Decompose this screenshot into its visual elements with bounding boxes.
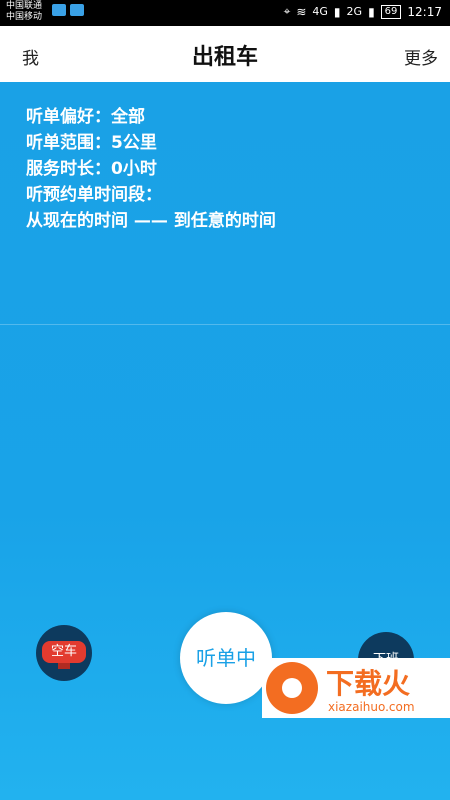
carrier-labels: 中国联通 中国移动 [6, 1, 42, 23]
order-preferences: 听单偏好：全部 听单范围：5公里 服务时长：0小时 听预约单时间段： 从现在的时… [26, 104, 276, 234]
sim-card-icon [70, 4, 84, 16]
range-line: 听单范围：5公里 [26, 133, 157, 153]
status-time: 12:17 [407, 4, 442, 19]
carrier-2: 中国移动 [6, 12, 43, 22]
listening-button[interactable]: 听单中 [180, 612, 272, 704]
signal-2: 2G [346, 5, 363, 18]
empty-car-button[interactable]: 空车 [36, 625, 92, 681]
sim-icons [52, 4, 84, 16]
empty-car-label: 空车 [42, 641, 86, 663]
signal-1: 4G [312, 5, 328, 18]
divider [0, 324, 450, 325]
preference-line: 听单偏好：全部 [26, 107, 145, 127]
signal-bars-icon: ▮ [333, 4, 341, 19]
wifi-icon: ≋ [296, 4, 307, 19]
battery-indicator: 69 [380, 4, 402, 19]
taxi-sign-stand-icon [58, 663, 70, 669]
status-bar: 中国联通 中国移动 ⌖ ≋ 4G ▮ 2G ▮ 69 12:17 [0, 0, 450, 26]
booking-period-label: 听预约单时间段： [26, 185, 162, 205]
booking-period-value: 从现在的时间 —— 到任意的时间 [26, 211, 276, 231]
location-icon: ⌖ [283, 4, 291, 18]
page-title: 出租车 [191, 45, 258, 70]
signal-bars-icon: ▮ [368, 4, 375, 19]
more-button[interactable]: 更多 [404, 44, 438, 69]
watermark-title: 下载火 [326, 667, 411, 700]
service-duration-line: 服务时长：0小时 [26, 159, 157, 179]
download-icon [266, 662, 318, 714]
top-nav: 我 出租车 更多 [0, 26, 450, 83]
carrier-1: 中国联通 [6, 1, 43, 11]
sim-card-icon [52, 4, 66, 16]
watermark-logo: 下载火 xiazaihuo.com [262, 658, 450, 718]
status-right: ⌖ ≋ 4G ▮ 2G ▮ 69 12:17 [284, 4, 442, 19]
watermark-url: xiazaihuo.com [328, 700, 415, 714]
